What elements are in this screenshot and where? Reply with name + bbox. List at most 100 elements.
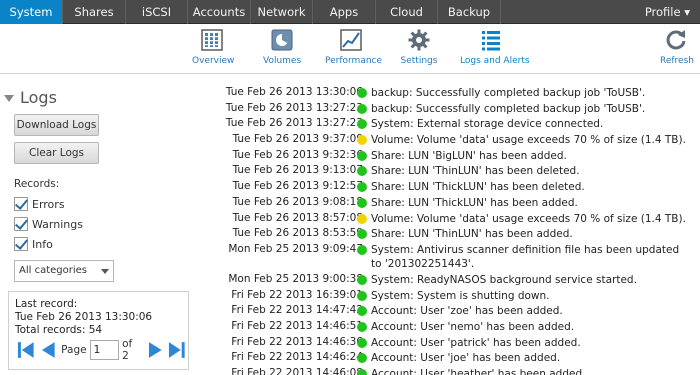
- category-select-value: All categories: [19, 265, 87, 276]
- page-number-input[interactable]: 1: [89, 340, 120, 360]
- ok-status-icon: [357, 244, 367, 255]
- profile-menu[interactable]: Profile ▾: [645, 0, 700, 24]
- log-row: Tue Feb 26 2013 9:08:18 Share: LUN 'Thick…: [200, 196, 698, 212]
- refresh-button[interactable]: Refresh: [660, 28, 694, 66]
- warnings-checkbox[interactable]: [14, 217, 28, 231]
- errors-checkbox[interactable]: [14, 197, 28, 211]
- collapse-triangle-icon[interactable]: [4, 95, 14, 102]
- tab-iscsi[interactable]: iSCSI: [126, 0, 188, 24]
- errors-filter[interactable]: Errors: [14, 197, 65, 211]
- warnings-label: Warnings: [32, 217, 83, 231]
- errors-label: Errors: [32, 197, 65, 211]
- tab-shares[interactable]: Shares: [63, 0, 126, 24]
- log-message: Share: LUN 'ThickLUN' has been added.: [371, 196, 578, 209]
- ok-status-icon: [357, 103, 367, 114]
- ok-status-icon: [357, 182, 367, 193]
- refresh-icon: [666, 30, 686, 50]
- log-row: Tue Feb 26 2013 13:27:23 backup: Successf…: [200, 102, 698, 118]
- warning-status-icon: [357, 135, 367, 146]
- performance-icon: [340, 29, 362, 51]
- log-message: Share: LUN 'ThinLUN' has been added.: [371, 228, 573, 241]
- log-timestamp: Mon Feb 25 2013 9:09:47: [228, 242, 363, 255]
- log-timestamp: Tue Feb 26 2013 9:12:57: [232, 180, 363, 193]
- log-message: Volume: Volume 'data' usage exceeds 70 %…: [371, 212, 686, 225]
- performance-label: Performance: [325, 56, 383, 66]
- log-row: Fri Feb 22 2013 14:46:51 Account: User 'n…: [200, 320, 698, 336]
- logs-alerts-button[interactable]: Logs and Alerts: [460, 28, 530, 66]
- log-row: Tue Feb 26 2013 9:37:09 Volume: Volume 'd…: [200, 133, 698, 149]
- logs-section-title[interactable]: Logs: [4, 88, 57, 107]
- log-message: Account: User 'joe' has been added.: [371, 352, 561, 365]
- log-timestamp: Fri Feb 22 2013 14:46:51: [231, 319, 363, 332]
- ok-status-icon: [357, 274, 367, 285]
- tab-apps[interactable]: Apps: [313, 0, 376, 24]
- clear-logs-button[interactable]: Clear Logs: [14, 142, 99, 164]
- volumes-button[interactable]: Volumes: [263, 28, 301, 66]
- log-message: System: System is shutting down.: [371, 289, 550, 302]
- sub-toolbar: Overview Volumes Performance Settings Lo…: [0, 24, 700, 74]
- record-info-box: Last record: Tue Feb 26 2013 13:30:06 To…: [8, 291, 189, 370]
- performance-button[interactable]: Performance: [325, 28, 382, 66]
- ok-status-icon: [357, 306, 367, 317]
- log-message: Share: LUN 'ThinLUN' has been deleted.: [371, 165, 580, 178]
- tab-network[interactable]: Network: [251, 0, 313, 24]
- log-message: System: Antivirus scanner definition fil…: [371, 243, 680, 270]
- settings-button[interactable]: Settings: [400, 28, 438, 66]
- ok-status-icon: [357, 229, 367, 240]
- warnings-filter[interactable]: Warnings: [14, 217, 83, 231]
- last-page-icon[interactable]: [166, 339, 188, 361]
- log-row: Tue Feb 26 2013 13:30:06 backup: Successf…: [200, 86, 698, 102]
- settings-label: Settings: [400, 56, 438, 66]
- chevron-down-icon: [101, 269, 109, 274]
- warning-status-icon: [357, 213, 367, 224]
- overview-label: Overview: [192, 56, 235, 66]
- log-timestamp: Tue Feb 26 2013 9:32:36: [232, 148, 363, 161]
- log-timestamp: Tue Feb 26 2013 8:53:59: [232, 227, 363, 240]
- tab-system[interactable]: System: [0, 0, 63, 24]
- download-logs-button[interactable]: Download Logs: [14, 114, 99, 136]
- log-list: Tue Feb 26 2013 13:30:06 backup: Successf…: [200, 86, 698, 375]
- next-page-icon[interactable]: [145, 339, 167, 361]
- tab-cloud[interactable]: Cloud: [376, 0, 438, 24]
- volumes-icon: [271, 29, 293, 51]
- log-row: Fri Feb 22 2013 14:46:24 Account: User 'j…: [200, 351, 698, 367]
- last-record-label: Last record:: [15, 298, 78, 310]
- refresh-label: Refresh: [660, 56, 694, 66]
- log-row: Tue Feb 26 2013 9:13:07 Share: LUN 'ThinL…: [200, 164, 698, 180]
- log-row: Fri Feb 22 2013 14:46:36 Account: User 'p…: [200, 336, 698, 352]
- log-row: Fri Feb 22 2013 14:47:42 Account: User 'z…: [200, 304, 698, 320]
- log-message: Share: LUN 'BigLUN' has been added.: [371, 149, 567, 162]
- log-message: Account: User 'nemo' has been added.: [371, 320, 575, 333]
- log-row: Fri Feb 22 2013 16:39:01 System: System i…: [200, 289, 698, 305]
- ok-status-icon: [357, 321, 367, 332]
- page-count: of 2: [122, 338, 133, 362]
- log-message: Account: User 'patrick' has been added.: [371, 336, 581, 349]
- previous-page-icon[interactable]: [37, 339, 59, 361]
- log-timestamp: Tue Feb 26 2013 9:13:07: [232, 164, 363, 177]
- log-row: Tue Feb 26 2013 8:53:59 Share: LUN 'ThinL…: [200, 227, 698, 243]
- info-filter[interactable]: Info: [14, 237, 53, 251]
- category-select[interactable]: All categories: [14, 260, 114, 282]
- ok-status-icon: [357, 150, 367, 161]
- log-message: Account: User 'heather' has been added.: [371, 368, 586, 375]
- total-records: Total records: 54: [15, 324, 103, 336]
- tab-accounts[interactable]: Accounts: [188, 0, 251, 24]
- info-checkbox[interactable]: [14, 237, 28, 251]
- log-message: backup: Successfully completed backup jo…: [371, 87, 646, 99]
- list-icon: [482, 31, 500, 51]
- tab-backup[interactable]: Backup: [438, 0, 501, 24]
- last-record-value: Tue Feb 26 2013 13:30:06: [15, 311, 153, 323]
- info-label: Info: [32, 237, 53, 251]
- log-timestamp: Fri Feb 22 2013 16:39:01: [231, 288, 363, 301]
- ok-status-icon: [357, 369, 367, 375]
- overview-button[interactable]: Overview: [192, 28, 235, 66]
- overview-icon: [201, 29, 223, 51]
- logs-title-text: Logs: [20, 88, 57, 107]
- log-row: Tue Feb 26 2013 9:12:57 Share: LUN 'Thick…: [200, 180, 698, 196]
- gear-icon: [408, 29, 430, 51]
- first-page-icon[interactable]: [15, 339, 37, 361]
- log-message: System: ReadyNASOS background service st…: [371, 273, 637, 286]
- ok-status-icon: [357, 337, 367, 348]
- page-label: Page: [61, 344, 87, 356]
- log-message: Account: User 'zoe' has been added.: [371, 305, 563, 318]
